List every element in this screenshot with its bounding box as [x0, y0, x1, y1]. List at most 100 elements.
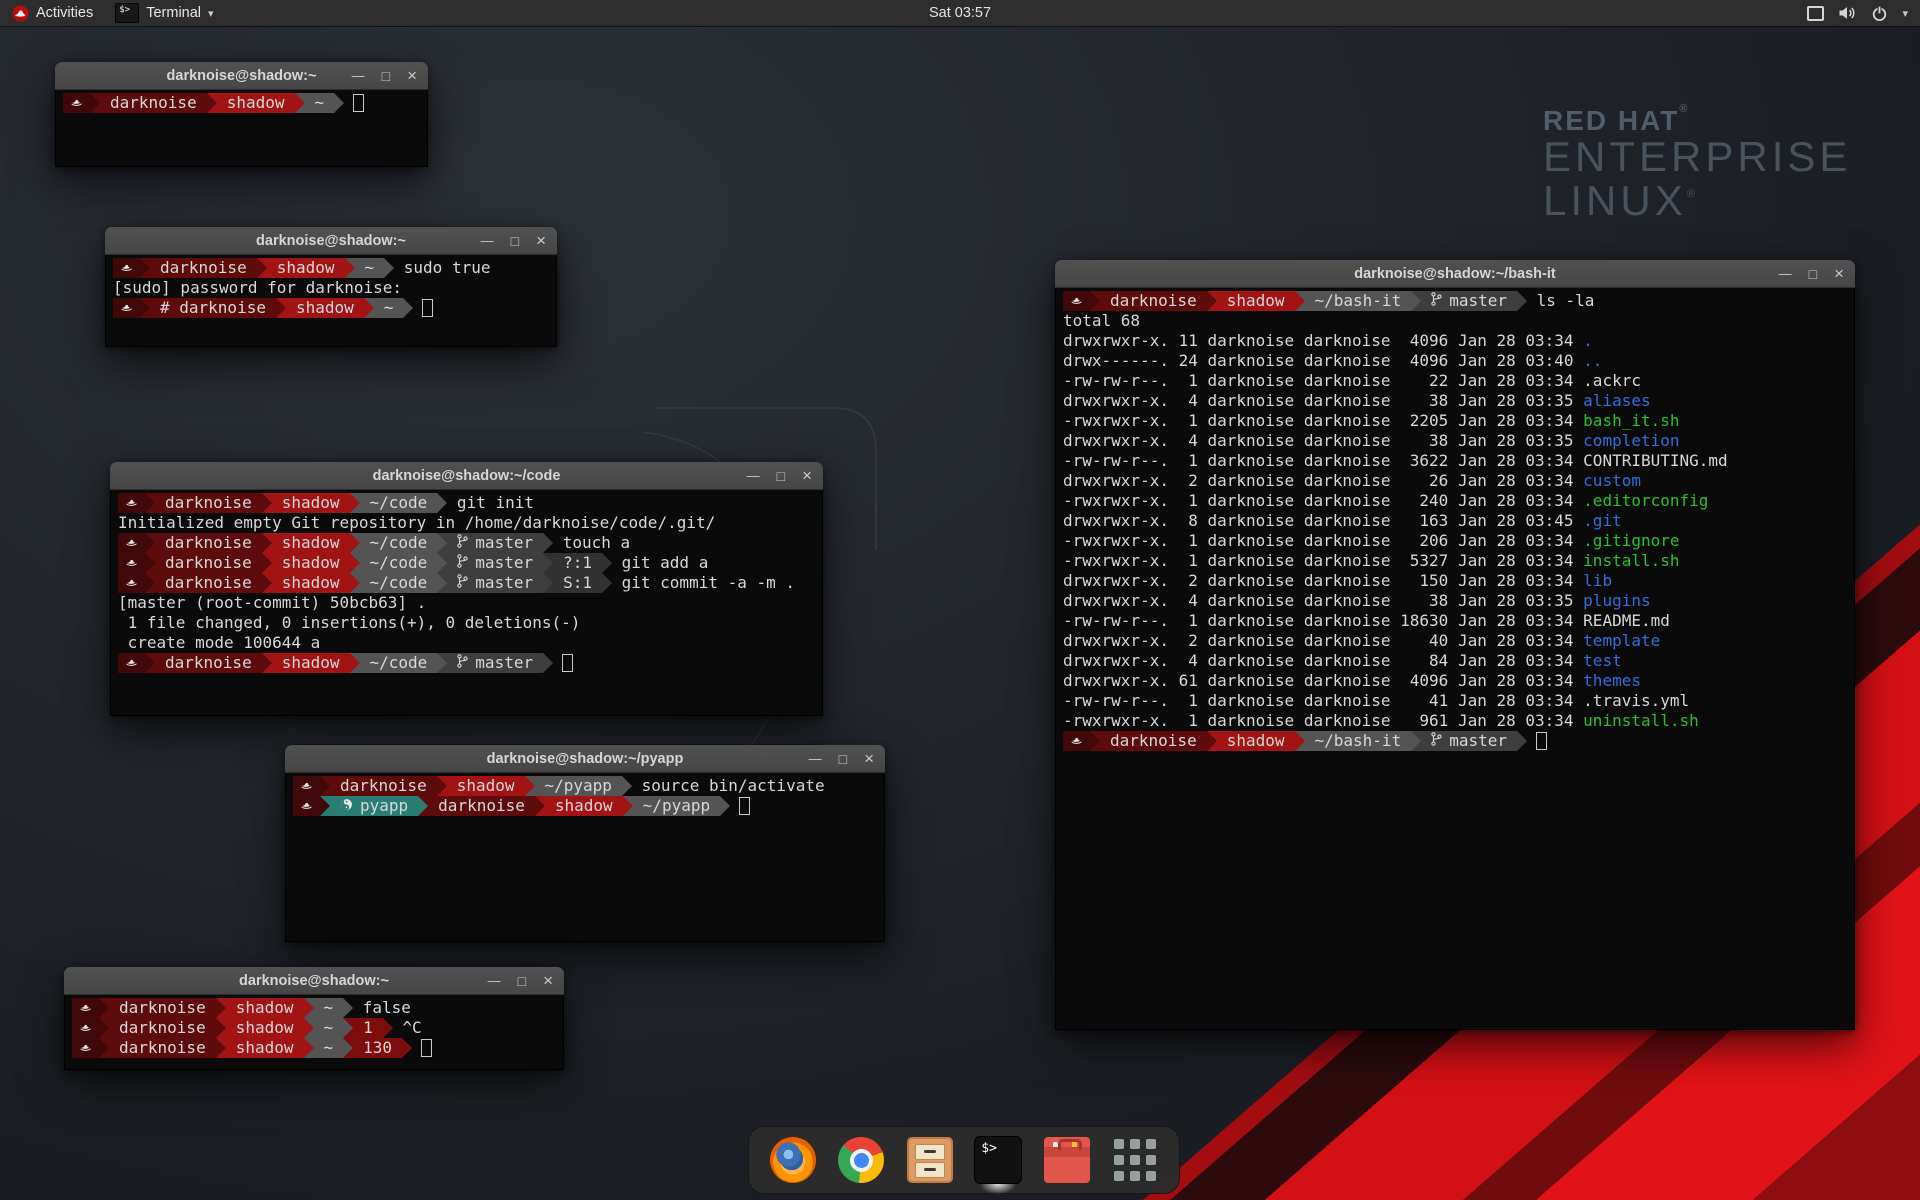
minimize-button[interactable]: —: [481, 234, 494, 247]
close-button[interactable]: ×: [864, 750, 874, 767]
segment-text: ~: [384, 298, 394, 318]
prompt-segment-host: shadow: [226, 1018, 304, 1038]
terminal-text: drwxrwxr-x. 4 darknoise darknoise 38 Jan…: [1063, 591, 1583, 611]
grid-dot: [1146, 1155, 1156, 1165]
prompt-segment-path: ~: [355, 258, 385, 278]
terminal-text: themes: [1583, 671, 1641, 691]
powerline-separator: [145, 653, 155, 673]
powerline-separator: [99, 1018, 109, 1038]
prompt-segment-path: ~/pyapp: [633, 796, 720, 816]
prompt-segment-user: darknoise: [155, 553, 262, 573]
prompt-segment-user: darknoise: [1100, 291, 1207, 311]
maximize-button[interactable]: □: [1809, 267, 1817, 281]
terminal-line: pyappdarknoiseshadow~/pyapp: [293, 796, 877, 816]
powerline-separator: [437, 493, 447, 513]
clock[interactable]: Sat 03:57: [929, 0, 991, 26]
redhat-icon: [125, 533, 138, 553]
chevron-down-icon: ▾: [208, 7, 214, 20]
minimize-button[interactable]: —: [1779, 267, 1792, 280]
branch-icon: [457, 653, 468, 673]
desktop[interactable]: { "top_bar": { "activities_label": "Acti…: [0, 0, 1920, 1200]
segment-text: shadow: [555, 796, 613, 816]
terminal-content[interactable]: darknoiseshadow~ sudo true[sudo] passwor…: [105, 255, 557, 347]
terminal-text: .travis.yml: [1583, 691, 1689, 711]
segment-text: shadow: [236, 998, 294, 1018]
redhat-icon: [70, 93, 83, 113]
toolbox-handle: [1058, 1139, 1082, 1150]
terminal-line: drwxrwxr-x. 4 darknoise darknoise 38 Jan…: [1063, 591, 1847, 611]
close-button[interactable]: ×: [536, 232, 546, 249]
prompt-segment-icon: [113, 298, 140, 318]
segment-text: darknoise: [1110, 291, 1197, 311]
close-button[interactable]: ×: [543, 972, 553, 989]
window-titlebar[interactable]: darknoise@shadow:~—□×: [64, 967, 564, 995]
window-titlebar[interactable]: darknoise@shadow:~—□×: [55, 62, 428, 90]
segment-text: darknoise: [340, 776, 427, 796]
prompt-segment-path: ~/bash-it: [1305, 291, 1412, 311]
system-status-area[interactable]: ▾: [1807, 0, 1912, 26]
powerline-separator: [1411, 291, 1421, 311]
maximize-button[interactable]: □: [382, 69, 390, 83]
dock-toolbox[interactable]: [1042, 1135, 1092, 1185]
activities-button[interactable]: Activities: [0, 0, 105, 26]
minimize-button[interactable]: —: [747, 469, 760, 482]
powerline-separator: [437, 573, 447, 593]
prompt-segment-host: shadow: [272, 533, 350, 553]
terminal-content[interactable]: darknoiseshadow~/code git initInitialize…: [110, 490, 823, 716]
terminal-content[interactable]: darknoiseshadow~/bash-itmaster ls -latot…: [1055, 288, 1855, 1030]
window-titlebar[interactable]: darknoise@shadow:~/pyapp—□×: [285, 745, 885, 773]
segment-text: darknoise: [165, 573, 252, 593]
maximize-button[interactable]: □: [839, 752, 847, 766]
dock-chrome[interactable]: [836, 1135, 886, 1185]
powerline-separator: [437, 553, 447, 573]
terminal-text: touch a: [553, 533, 630, 553]
dock-firefox[interactable]: [768, 1135, 818, 1185]
powerline-separator: [207, 93, 217, 113]
chevron-down-icon: ▾: [1902, 7, 1908, 20]
powerline-separator: [383, 1018, 393, 1038]
powerline-separator: [437, 776, 447, 796]
terminal-text: bash_it.sh: [1583, 411, 1679, 431]
prompt-segment-host: shadow: [1217, 291, 1295, 311]
maximize-button[interactable]: □: [777, 469, 785, 483]
terminal-cursor: [353, 94, 364, 112]
dock-files[interactable]: [905, 1135, 955, 1185]
minimize-button[interactable]: —: [488, 974, 501, 987]
prompt-segment-path: ~/bash-it: [1305, 731, 1412, 751]
terminal-content[interactable]: darknoiseshadow~ falsedarknoiseshadow~1 …: [64, 995, 564, 1070]
files-icon: [907, 1137, 953, 1183]
prompt-segment-host: shadow: [272, 653, 350, 673]
minimize-button[interactable]: —: [352, 69, 365, 82]
powerline-separator: [140, 258, 150, 278]
maximize-button[interactable]: □: [518, 974, 526, 988]
segment-text: ~/bash-it: [1315, 731, 1402, 751]
close-button[interactable]: ×: [407, 67, 417, 84]
app-menu-terminal[interactable]: $> Terminal ▾: [105, 0, 223, 26]
close-button[interactable]: ×: [1834, 265, 1844, 282]
prompt-segment-icon: [113, 258, 140, 278]
terminal-text: drwxrwxr-x. 11 darknoise darknoise 4096 …: [1063, 331, 1583, 351]
close-button[interactable]: ×: [802, 467, 812, 484]
terminal-content[interactable]: darknoiseshadow~/pyapp source bin/activa…: [285, 773, 885, 942]
window-titlebar[interactable]: darknoise@shadow:~/code—□×: [110, 462, 823, 490]
powerline-separator: [145, 553, 155, 573]
dock-terminal[interactable]: $>: [973, 1135, 1023, 1185]
terminal-text: git commit -a -m .: [612, 573, 795, 593]
prompt-segment-path: ~: [374, 298, 404, 318]
redhat-icon: [120, 298, 133, 318]
dock-appgrid[interactable]: [1110, 1135, 1160, 1185]
prompt-segment-icon: [293, 796, 320, 816]
prompt-segment-git: master: [447, 553, 543, 573]
terminal-cursor: [1536, 732, 1547, 750]
maximize-button[interactable]: □: [511, 234, 519, 248]
terminal-line: darknoiseshadow~/code git init: [118, 493, 815, 513]
minimize-button[interactable]: —: [809, 752, 822, 765]
prompt-segment-icon: [118, 533, 145, 553]
prompt-segment-git: master: [447, 573, 543, 593]
terminal-line: darknoiseshadow~/bash-itmaster: [1063, 731, 1847, 751]
prompt-segment-user: darknoise: [150, 258, 257, 278]
powerline-separator: [145, 573, 155, 593]
window-titlebar[interactable]: darknoise@shadow:~/bash-it—□×: [1055, 260, 1855, 288]
terminal-content[interactable]: darknoiseshadow~: [55, 90, 428, 167]
window-titlebar[interactable]: darknoise@shadow:~—□×: [105, 227, 557, 255]
